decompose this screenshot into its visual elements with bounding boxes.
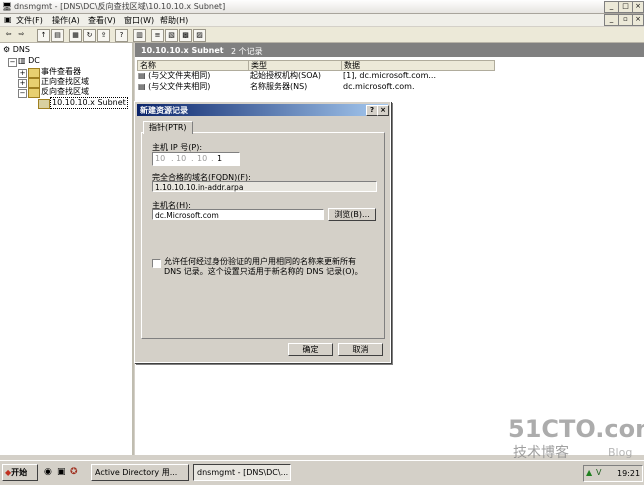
dialog-title: 新建资源记录 [140, 106, 188, 115]
forward-icon[interactable]: ⇨ [16, 29, 27, 40]
refresh-icon[interactable]: ↻ [83, 29, 96, 42]
cancel-button[interactable]: 取消 [338, 343, 383, 356]
cell-type: 起始授权机构(SOA) [250, 71, 321, 80]
collapse-icon[interactable]: − [18, 89, 27, 98]
show-hide-tree-icon[interactable]: ▤ [51, 29, 64, 42]
host-name-input[interactable]: dc.Microsoft.com [152, 209, 324, 220]
tab-panel: 主机 IP 号(P): 10 . 10 . 10 . 1 完全合格的域名(FQD… [141, 132, 385, 339]
ok-button[interactable]: 确定 [288, 343, 333, 356]
update-records-text: 允许任何经过身份验证的用户用相同的名称来更新所有 DNS 记录。这个设置只适用于… [164, 257, 363, 276]
folder-icon [28, 78, 40, 88]
menu-file[interactable]: 文件(F) [16, 15, 43, 26]
task-active-directory[interactable]: Active Directory 用... [91, 464, 189, 481]
update-records-checkbox[interactable] [152, 259, 161, 268]
tree-label: DC [28, 56, 40, 65]
server-icon[interactable]: ▥ [133, 29, 146, 42]
tree-node-forward-zones[interactable]: 正向查找区域 [41, 77, 89, 87]
tray-icon[interactable]: ▲ [586, 468, 592, 477]
dialog-close-button[interactable]: × [377, 105, 389, 116]
child-close-button[interactable]: × [632, 14, 644, 26]
filter-icon[interactable]: ▨ [193, 29, 206, 42]
quicklaunch-ie-icon[interactable]: ◉ [44, 467, 52, 477]
ip-octet-2: 10 [176, 154, 187, 163]
quicklaunch-desktop-icon[interactable]: ▣ [57, 467, 66, 477]
watermark-logo: 51CTO.com [508, 415, 644, 443]
tree-node-reverse-zones[interactable]: 反向查找区域 [41, 87, 89, 97]
cell-data: [1], dc.microsoft.com... [343, 71, 436, 80]
tree-label: DNS [12, 45, 30, 54]
cell-data: dc.microsoft.com. [343, 82, 415, 91]
menu-window[interactable]: 窗口(W) [124, 15, 154, 26]
results-header: 10.10.10.x Subnet 2 个记录 [135, 43, 644, 57]
start-label: 开始 [11, 468, 28, 477]
tree-node-dns[interactable]: ⚙ DNS [3, 45, 30, 55]
watermark-blog-cn: 技术博客 [513, 445, 569, 461]
help-icon[interactable]: ? [115, 29, 128, 42]
mmc-icon: ▣ [4, 15, 12, 24]
tray-vm-icon[interactable]: V [596, 468, 601, 477]
tree-node-dc[interactable]: ▥ DC [18, 56, 40, 66]
collapse-icon[interactable]: − [8, 58, 17, 67]
title-bar: 🖥 dnsmgmt - [DNS\DC\反向查找区域\10.10.10.x Su… [0, 0, 644, 14]
dialog-title-bar: 新建资源记录 ? × [137, 104, 389, 116]
quicklaunch-app-icon[interactable]: ✪ [70, 467, 78, 477]
export-icon[interactable]: ⇪ [97, 29, 110, 42]
zone-icon [38, 99, 50, 109]
clock: 19:21 [617, 469, 641, 478]
record-icon[interactable]: ▩ [179, 29, 192, 42]
ip-address-field[interactable]: 10 . 10 . 10 . 1 [152, 152, 240, 166]
table-row[interactable]: ▤ (与父文件夹相同) [138, 82, 210, 92]
record-icon: ▤ [138, 82, 146, 91]
system-tray: ▲ V 19:21 [583, 465, 643, 482]
window-title: dnsmgmt - [DNS\DC\反向查找区域\10.10.10.x Subn… [14, 2, 226, 11]
folder-open-icon [28, 88, 40, 98]
cell-type: 名称服务器(NS) [250, 82, 308, 91]
results-count: 2 个记录 [231, 47, 263, 56]
browse-button[interactable]: 浏览(B)... [328, 208, 376, 221]
child-restore-button[interactable]: ▫ [618, 14, 633, 26]
cell-name: (与父文件夹相同) [148, 71, 211, 80]
minimize-button[interactable]: _ [604, 1, 619, 13]
menu-help[interactable]: 帮助(H) [160, 15, 188, 26]
menu-view[interactable]: 查看(V) [88, 15, 116, 26]
new-resource-record-dialog: 新建资源记录 ? × 指针(PTR) 主机 IP 号(P): 10 . 10 .… [134, 101, 391, 363]
menu-bar: ▣ 文件(F) 操作(A) 查看(V) 窗口(W) 帮助(H) _ ▫ × [0, 14, 644, 26]
server-node-icon: ▥ [18, 56, 26, 65]
folder-icon [28, 68, 40, 78]
watermark-blog: Blog [608, 446, 633, 459]
column-header-data[interactable]: 数据 [341, 60, 495, 71]
tree-node-event-viewer[interactable]: 事件查看器 [41, 67, 81, 77]
ip-octet-3: 10 [197, 154, 208, 163]
fqdn-field: 1.10.10.10.in-addr.arpa [152, 181, 377, 192]
column-header-type[interactable]: 类型 [248, 60, 342, 71]
expand-icon[interactable]: + [18, 79, 27, 88]
properties-icon[interactable]: ▦ [69, 29, 82, 42]
ip-octet-4[interactable]: 1 [217, 154, 222, 163]
results-title: 10.10.10.x Subnet [141, 46, 224, 55]
menu-action[interactable]: 操作(A) [52, 15, 80, 26]
column-header-name[interactable]: 名称 [137, 60, 249, 71]
cell-name: (与父文件夹相同) [148, 82, 211, 91]
maximize-button[interactable]: □ [618, 1, 633, 13]
app-icon: 🖥 [2, 2, 13, 11]
zone-icon[interactable]: ▧ [165, 29, 178, 42]
close-window-button[interactable]: × [632, 1, 644, 13]
ip-octet-1: 10 [155, 154, 166, 163]
tree-node-subnet[interactable]: 10.10.10.x Subnet [50, 97, 128, 109]
up-folder-icon[interactable]: ↑ [37, 29, 50, 42]
tab-ptr[interactable]: 指针(PTR) [143, 121, 193, 134]
table-row[interactable]: ▤ (与父文件夹相同) [138, 71, 210, 81]
back-icon[interactable]: ⇦ [3, 29, 14, 40]
dns-icon: ⚙ [3, 45, 11, 54]
console-tree: ⚙ DNS − ▥ DC + 事件查看器 + 正向查找区域 − 反向查找区域 1… [0, 43, 134, 455]
expand-icon[interactable]: + [18, 69, 27, 78]
start-button[interactable]: ◆开始 [2, 464, 38, 481]
child-minimize-button[interactable]: _ [604, 14, 619, 26]
record-icon: ▤ [138, 71, 146, 80]
taskbar: ◆开始 ◉ ▣ ✪ Active Directory 用... dnsmgmt … [0, 460, 644, 485]
toolbar: ⇦ ⇨ ↑ ▤ ▦ ↻ ⇪ ? ▥ ≡ ▧ ▩ ▨ [0, 27, 644, 43]
task-dnsmgmt[interactable]: dnsmgmt - [DNS\DC\... [193, 464, 291, 481]
list-icon[interactable]: ≡ [151, 29, 164, 42]
